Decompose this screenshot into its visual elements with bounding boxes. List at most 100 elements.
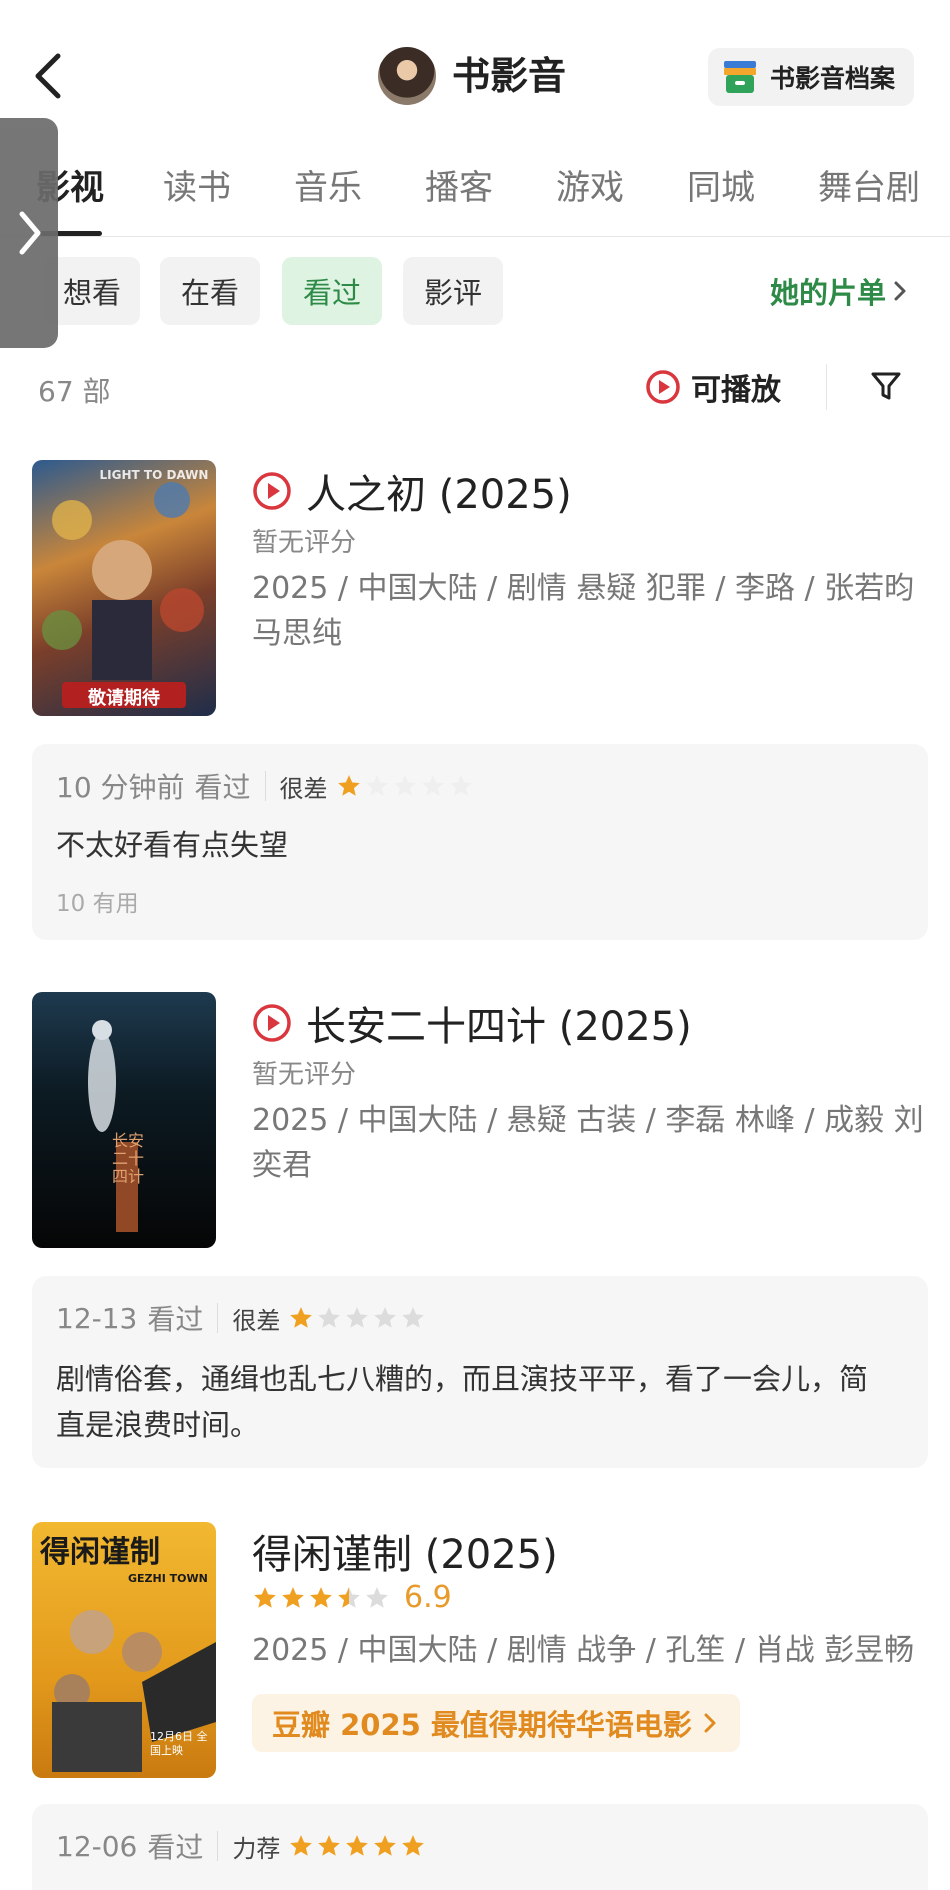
useful-count[interactable]: 10 有用 — [56, 884, 139, 918]
poster-art — [88, 1020, 138, 1232]
page-title: 书影音 — [452, 54, 567, 98]
review-stars — [288, 1305, 428, 1331]
filter-watched[interactable]: 看过 — [282, 257, 382, 325]
divider — [217, 1303, 219, 1333]
review-stars — [336, 773, 476, 799]
playable-label: 可播放 — [691, 373, 781, 408]
star-icon — [338, 1586, 360, 1608]
filter-reviews[interactable]: 影评 — [403, 257, 503, 325]
review-time: 12-13 — [56, 1301, 138, 1335]
filter-funnel-icon — [871, 372, 901, 400]
filter-want-to-watch[interactable]: 想看 — [44, 257, 140, 325]
movie-title-row: 得闲谨制 (2025) — [252, 1522, 558, 1580]
chevron-right-icon — [894, 281, 906, 301]
review-header: 10 分钟前 看过 很差 — [56, 766, 476, 806]
tab-books[interactable]: 读书 — [163, 163, 231, 213]
chevron-right-icon — [19, 211, 41, 255]
star-icon — [346, 1835, 369, 1856]
review-level: 力荐 — [232, 1834, 281, 1863]
filter-button[interactable] — [868, 368, 904, 408]
tab-stage[interactable]: 舞台剧 — [818, 163, 920, 213]
promo-label: 豆瓣 2025 最值得期待华语电影 — [272, 1708, 692, 1742]
poster-caption: 敬请期待 — [88, 688, 160, 709]
star-icon — [393, 775, 416, 796]
play-circle-icon — [646, 370, 680, 404]
movie-poster[interactable]: 敬请期待 LIGHT TO DAWN — [32, 460, 216, 716]
filter-watching[interactable]: 在看 — [160, 257, 260, 325]
star-icon — [346, 1307, 369, 1328]
archive-label: 书影音档案 — [770, 64, 896, 93]
review-card[interactable]: 12-06 看过 力荐 — [32, 1804, 928, 1890]
promo-badge[interactable]: 豆瓣 2025 最值得期待华语电影 — [252, 1694, 740, 1752]
star-icon — [290, 1307, 313, 1328]
poster-release-date: 12月6日 全国上映 — [150, 1730, 208, 1757]
archive-box-icon — [724, 61, 756, 93]
star-icon — [421, 775, 444, 796]
star-icon — [290, 1835, 313, 1856]
play-circle-icon — [253, 1004, 291, 1042]
rating-stars — [252, 1585, 392, 1611]
rating-status: 暂无评分 — [252, 528, 357, 558]
review-card[interactable]: 12-13 看过 很差 剧情俗套，通缉也乱七八糟的，而且演技平平，看了一会儿，简… — [32, 1276, 928, 1468]
poster-art — [42, 482, 204, 708]
star-icon — [402, 1307, 425, 1328]
review-time: 12-06 — [56, 1829, 138, 1863]
poster-english-title: LIGHT TO DAWN — [99, 468, 209, 482]
archive-button[interactable]: 书影音档案 — [708, 48, 914, 106]
review-card[interactable]: 10 分钟前 看过 很差 不太好看有点失望 10 有用 — [32, 744, 928, 940]
movie-poster[interactable]: 长安二十四计 — [32, 992, 216, 1248]
star-icon — [365, 775, 388, 796]
movie-meta: 2025 / 中国大陆 / 剧情 战争 / 孔笙 / 肖战 彭昱畅 — [252, 1633, 915, 1668]
review-status: 看过 — [147, 1831, 204, 1864]
star-icon — [254, 1586, 276, 1608]
divider — [217, 1831, 219, 1861]
review-status: 看过 — [194, 771, 251, 804]
star-icon — [374, 1307, 397, 1328]
movie-title-row: 长安二十四计 (2025) — [252, 994, 692, 1052]
review-text: 不太好看有点失望 — [56, 828, 289, 862]
star-icon — [337, 775, 360, 796]
star-icon — [310, 1586, 332, 1608]
back-button[interactable] — [30, 48, 70, 104]
item-count: 67 部 — [38, 375, 111, 408]
movie-title[interactable]: 人之初 (2025) — [306, 462, 572, 520]
her-list-link[interactable]: 她的片单 — [770, 270, 910, 312]
tab-games[interactable]: 游戏 — [556, 163, 624, 213]
play-circle-icon — [253, 472, 291, 510]
star-icon — [318, 1835, 341, 1856]
poster-caption: 长安二十四计 — [111, 1131, 144, 1186]
poster-caption: 得闲谨制 — [40, 1535, 160, 1570]
movie-title[interactable]: 长安二十四计 (2025) — [306, 994, 692, 1052]
rating-status: 暂无评分 — [252, 1060, 357, 1090]
tab-local-events[interactable]: 同城 — [687, 163, 755, 213]
playable-toggle[interactable]: 可播放 — [645, 365, 781, 409]
star-icon — [318, 1307, 341, 1328]
side-drawer-handle[interactable] — [0, 118, 58, 348]
review-header: 12-06 看过 力荐 — [56, 1826, 428, 1866]
review-status: 看过 — [147, 1303, 204, 1336]
star-icon — [402, 1835, 425, 1856]
star-icon — [449, 775, 472, 796]
tab-podcasts[interactable]: 播客 — [425, 163, 493, 213]
review-level: 很差 — [279, 774, 328, 803]
review-level: 很差 — [232, 1306, 281, 1335]
poster-english-title: GEZHI TOWN — [128, 1572, 208, 1585]
avatar[interactable] — [378, 47, 436, 105]
tab-music[interactable]: 音乐 — [294, 163, 362, 213]
divider — [826, 364, 827, 410]
movie-meta: 2025 / 中国大陆 / 悬疑 古装 / 李磊 林峰 / 成毅 刘奕君 — [252, 1103, 924, 1183]
top-bar: 书影音 书影音档案 — [0, 0, 950, 150]
category-tabs: 影视 读书 音乐 播客 游戏 同城 舞台剧 — [0, 155, 950, 237]
review-time: 10 分钟前 — [56, 771, 185, 804]
chevron-left-icon — [35, 53, 61, 99]
star-icon — [366, 1586, 388, 1608]
rating-score: 6.9 — [404, 1580, 452, 1615]
movie-title[interactable]: 得闲谨制 (2025) — [252, 1522, 558, 1580]
chevron-right-icon — [704, 1713, 716, 1733]
review-text: 剧情俗套，通缉也乱七八糟的，而且演技平平，看了一会儿，简直是浪费时间。 — [56, 1362, 869, 1442]
movie-meta: 2025 / 中国大陆 / 剧情 悬疑 犯罪 / 李路 / 张若昀 马思纯 — [252, 571, 915, 651]
rating-row: 6.9 — [252, 1580, 452, 1615]
movie-poster[interactable]: 得闲谨制 GEZHI TOWN 12月6日 全国上映 — [32, 1522, 216, 1778]
divider — [264, 771, 266, 801]
movie-title-row: 人之初 (2025) — [252, 462, 572, 520]
